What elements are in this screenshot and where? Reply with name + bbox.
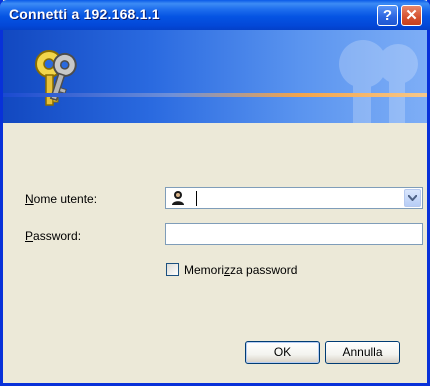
keys-icon xyxy=(35,50,77,106)
close-icon: ✕ xyxy=(405,7,418,24)
login-dialog: Connetti a 192.168.1.1 ? ✕ Nome utente: … xyxy=(0,0,430,386)
window-title: Connetti a 192.168.1.1 xyxy=(9,6,160,22)
username-combobox[interactable] xyxy=(165,187,423,209)
cancel-button[interactable]: Annulla xyxy=(325,341,400,364)
help-button[interactable]: ? xyxy=(377,5,398,26)
password-input[interactable] xyxy=(165,223,423,245)
remember-password-checkbox[interactable] xyxy=(166,263,179,276)
username-dropdown-button[interactable] xyxy=(404,189,421,207)
close-button[interactable]: ✕ xyxy=(401,5,422,26)
title-bar[interactable]: Connetti a 192.168.1.1 ? ✕ xyxy=(0,0,430,30)
chevron-down-icon xyxy=(408,195,417,201)
header-banner xyxy=(3,30,427,123)
password-label: Password: xyxy=(25,229,82,243)
ok-button[interactable]: OK xyxy=(245,341,320,364)
form-area: Nome utente: Password: Memorizza passwor… xyxy=(3,127,427,383)
username-label: Nome utente: xyxy=(25,192,98,206)
keys-watermark-icon xyxy=(339,40,418,123)
help-icon: ? xyxy=(382,7,393,24)
user-icon xyxy=(172,191,184,205)
banner-divider xyxy=(3,93,427,97)
remember-password-label[interactable]: Memorizza password xyxy=(184,263,297,277)
text-caret xyxy=(196,191,197,206)
